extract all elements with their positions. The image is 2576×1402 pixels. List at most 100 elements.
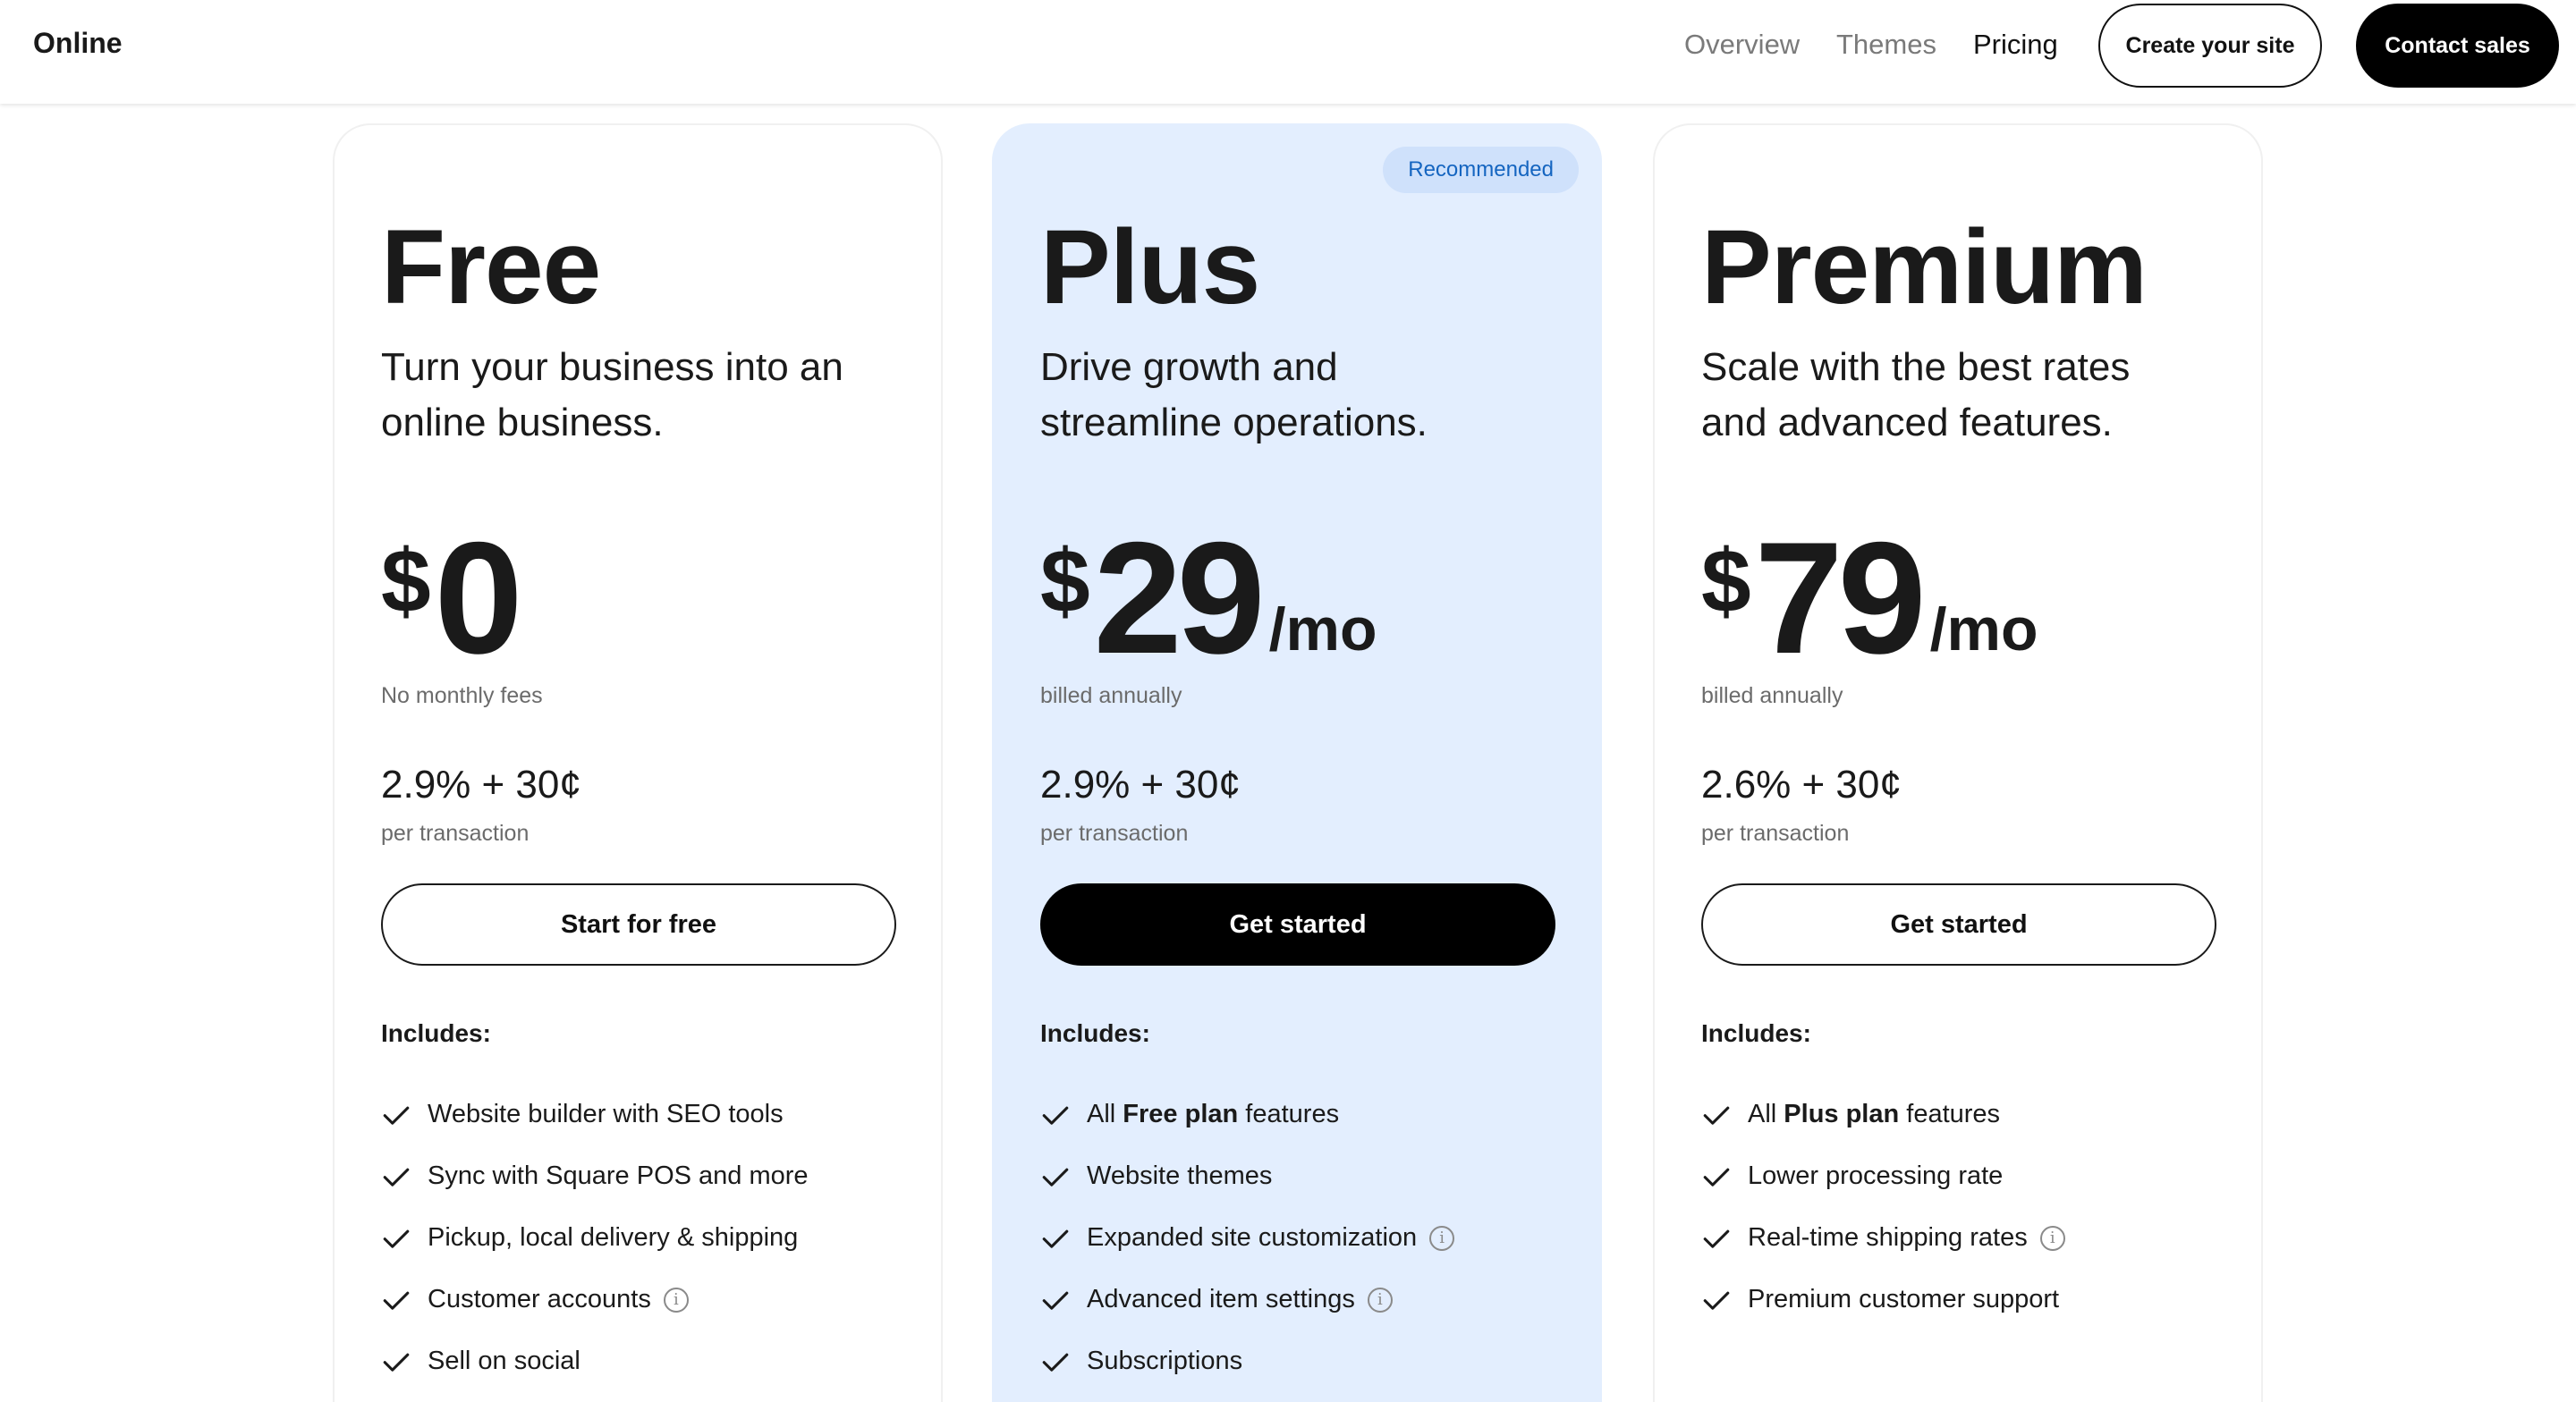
feature-label: Subscriptions [1087,1347,1243,1375]
transaction-rate: 2.6% + 30¢ [1701,763,1902,807]
feature-label: Website themes [1087,1161,1273,1190]
nav-overview-link[interactable]: Overview [1684,29,1800,61]
feature-item: Subscriptions [1040,1330,1454,1392]
transaction-rate: 2.9% + 30¢ [381,763,581,807]
feature-item: Free domain for 1 yeari [1040,1392,1454,1402]
price-amount: 0 [434,509,523,687]
pricing-page: Online Overview Themes Pricing Create yo… [0,0,2576,1402]
plan-card-premium: Premium Scale with the best rates and ad… [1653,123,2263,1402]
info-icon[interactable]: i [663,1287,689,1313]
check-icon [1042,1168,1069,1187]
check-icon [1703,1291,1730,1310]
check-icon [1042,1353,1069,1372]
plan-card-free: Free Turn your business into an online b… [333,123,943,1402]
plan-title: Plus [1040,208,1260,326]
brand-name[interactable]: Online [33,27,123,60]
nav-pricing-link[interactable]: Pricing [1973,29,2058,61]
price-note: billed annually [1040,683,1182,708]
feature-item: Advanced item settings i [1040,1269,1454,1330]
plan-title: Free [381,208,601,326]
feature-label-plan: Plus plan [1784,1100,1900,1128]
plan-description: Drive growth and streamline operations. [1040,345,1428,444]
feature-label: Pickup, local delivery & shipping [428,1223,799,1252]
feature-label: Website builder with SEO tools [428,1100,784,1128]
feature-item: Sync with Square POS and more [381,1145,817,1207]
get-started-button[interactable]: Get started [1701,883,2216,966]
feature-item: All Free plan features [1040,1084,1454,1145]
check-icon [383,1229,410,1248]
feature-item: Accept multiple payment typesi [381,1392,817,1402]
feature-label: Customer accounts [428,1285,651,1313]
check-icon [383,1106,410,1125]
contact-sales-button[interactable]: Contact sales [2356,4,2559,88]
info-icon[interactable]: i [1429,1225,1455,1251]
create-site-button[interactable]: Create your site [2098,4,2322,88]
plan-price: $ 0 [381,509,523,687]
feature-item: Expanded site customization i [1040,1207,1455,1269]
feature-label: Real-time shipping rates [1748,1223,2028,1252]
rate-note: per transaction [381,821,530,846]
feature-item: Sell on social [381,1330,817,1392]
check-icon [1042,1291,1069,1310]
price-currency: $ [1040,531,1090,631]
rate-note: per transaction [1040,821,1189,846]
plan-title: Premium [1701,208,2148,326]
price-currency: $ [381,531,431,631]
rate-note: per transaction [1701,821,1850,846]
nav-themes-link[interactable]: Themes [1836,29,1936,61]
check-icon [1042,1106,1069,1125]
includes-heading: Includes: [1040,1019,1150,1047]
feature-list: Website builder with SEO tools Sync with … [381,1084,817,1402]
feature-item: All Plus plan features [1701,1084,2065,1145]
plan-description: Turn your business into an online busine… [381,345,843,444]
price-period: /mo [1268,595,1377,663]
feature-label: Premium customer support [1748,1285,2060,1313]
feature-label: All Free plan features [1087,1100,1339,1129]
check-icon [1703,1229,1730,1248]
top-nav: Online Overview Themes Pricing Create yo… [0,0,2576,104]
feature-item: Lower processing rate [1701,1145,2065,1207]
feature-item: Premium customer support [1701,1269,2065,1330]
feature-item: Customer accounts i [381,1269,817,1330]
includes-heading: Includes: [1701,1019,1811,1047]
feature-label-prefix: All [1087,1100,1123,1128]
feature-label-prefix: All [1748,1100,1784,1128]
get-started-button[interactable]: Get started [1040,883,1555,966]
check-icon [383,1353,410,1372]
feature-item: Website themes [1040,1145,1454,1207]
check-icon [1703,1106,1730,1125]
feature-item: Website builder with SEO tools [381,1084,817,1145]
feature-label: Expanded site customization [1087,1223,1418,1252]
feature-label: Sync with Square POS and more [428,1161,809,1190]
price-amount: 79 [1754,509,1927,687]
plan-price: $ 79 /mo [1701,519,2038,680]
check-icon [1042,1229,1069,1248]
feature-label-suffix: features [1899,1100,2001,1128]
info-icon[interactable]: i [2039,1225,2065,1251]
plan-description: Scale with the best rates and advanced f… [1701,345,2131,444]
price-currency: $ [1701,531,1751,631]
feature-list: All Free plan features Website themes Expa… [1040,1084,1455,1402]
start-for-free-button[interactable]: Start for free [381,883,896,966]
price-period: /mo [1929,595,2038,663]
feature-label-suffix: features [1238,1100,1340,1128]
plan-card-plus: Recommended Plus Drive growth and stream… [992,123,1602,1402]
feature-label: Sell on social [428,1347,580,1375]
info-icon[interactable]: i [1367,1287,1393,1313]
price-note: billed annually [1701,683,1843,708]
plan-price: $ 29 /mo [1040,519,1377,680]
check-icon [383,1291,410,1310]
feature-item: Pickup, local delivery & shipping [381,1207,817,1269]
feature-item: Real-time shipping rates i [1701,1207,2065,1269]
feature-label: Lower processing rate [1748,1161,2004,1190]
check-icon [383,1168,410,1187]
feature-list: All Plus plan features Lower processing r… [1701,1084,2065,1330]
feature-label-plan: Free plan [1123,1100,1239,1128]
feature-label: Advanced item settings [1087,1285,1355,1313]
transaction-rate: 2.9% + 30¢ [1040,763,1241,807]
price-note: No monthly fees [381,683,543,708]
feature-label: All Plus plan features [1748,1100,2000,1129]
includes-heading: Includes: [381,1019,491,1047]
recommended-badge: Recommended [1383,147,1579,193]
price-amount: 29 [1093,509,1266,687]
